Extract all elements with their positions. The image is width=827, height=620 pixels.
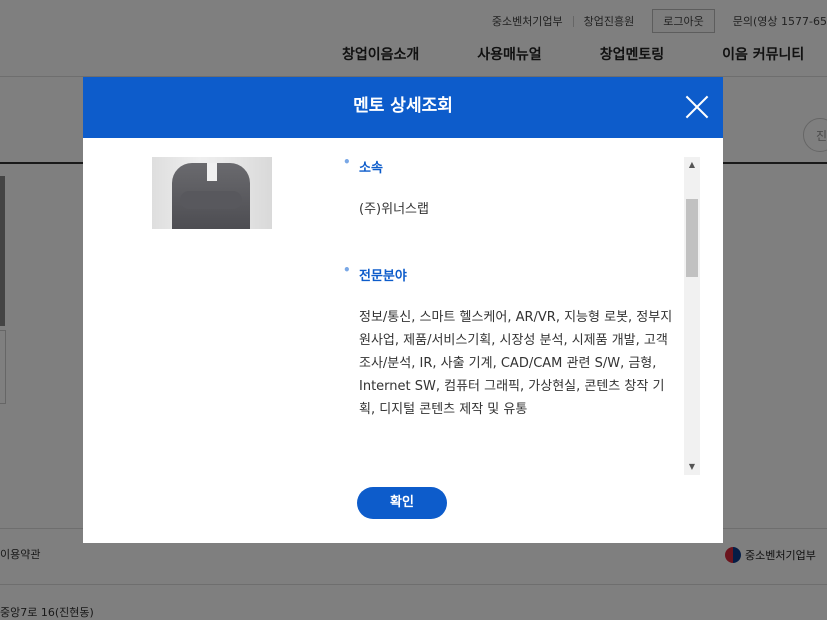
photo-shirt [207, 163, 217, 181]
confirm-button[interactable]: 확인 [357, 487, 447, 519]
scroll-up-icon[interactable]: ▲ [684, 157, 700, 173]
photo-arms [180, 191, 242, 209]
expertise-value: 정보/통신, 스마트 헬스케어, AR/VR, 지능형 로봇, 정부지원사업, … [359, 310, 673, 417]
affiliation-value: (주)위너스랩 [359, 202, 429, 217]
section-title-expertise: • 전문분야 [343, 263, 679, 284]
scroll-down-icon[interactable]: ▼ [684, 459, 700, 475]
bullet-icon: • [343, 157, 351, 169]
section-label: 소속 [359, 161, 383, 176]
section-label: 전문분야 [359, 269, 407, 284]
modal-title: 멘토 상세조회 [353, 96, 453, 116]
scrollbar[interactable]: ▲ ▼ [684, 157, 700, 475]
section-title-affiliation: • 소속 [343, 157, 679, 176]
mentor-info-scroll[interactable]: • 소속 (주)위너스랩 • 전문분야 정보/통신, 스마트 헬스케어, AR/… [343, 157, 679, 475]
scroll-thumb[interactable] [686, 199, 698, 277]
close-icon[interactable] [685, 95, 709, 119]
bullet-icon: • [343, 263, 351, 277]
mentor-photo [152, 157, 272, 229]
modal-header: 멘토 상세조회 [83, 77, 723, 138]
mentor-detail-modal: 멘토 상세조회 • 소속 (주)위너스랩 • 전문분야 정보/통신, 스마트 헬… [83, 77, 723, 543]
